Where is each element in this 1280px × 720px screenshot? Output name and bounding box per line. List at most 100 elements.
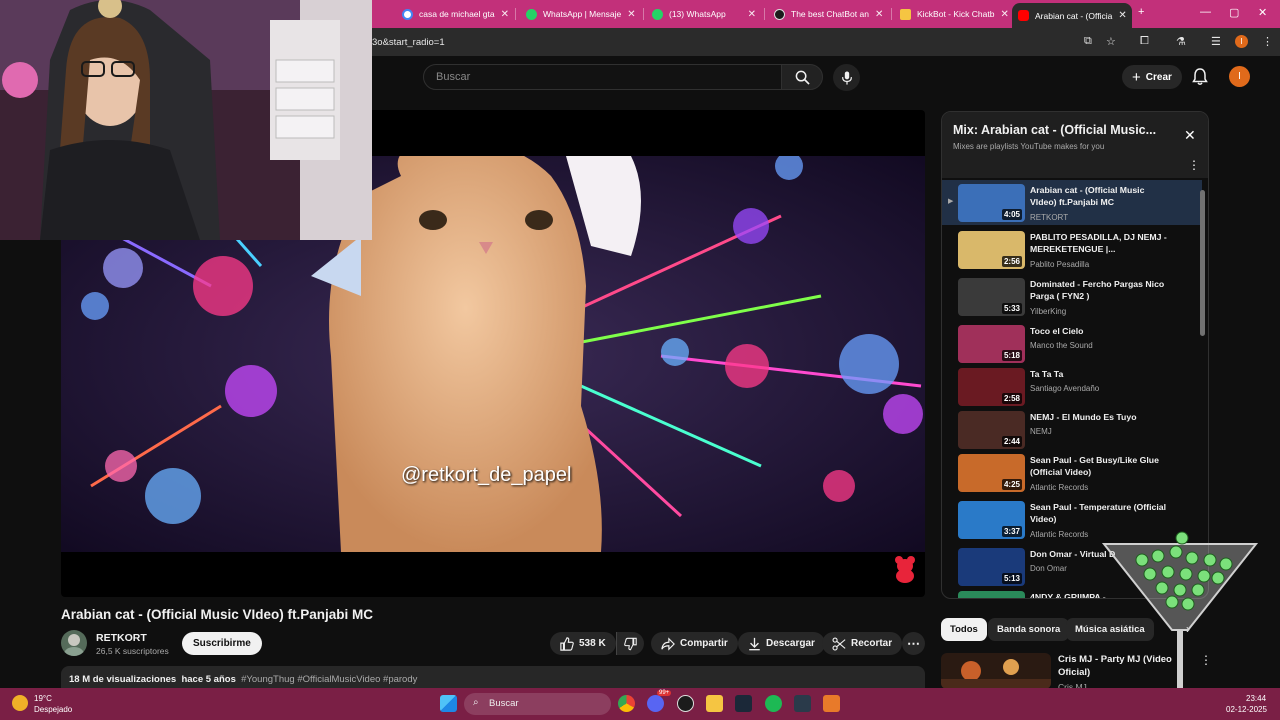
taskbar-search[interactable]: ⌕ Buscar xyxy=(464,693,611,715)
view-count: 18 M de visualizaciones xyxy=(69,674,177,685)
create-button[interactable]: + Crear xyxy=(1122,65,1182,89)
playlist-scrollbar[interactable] xyxy=(1200,190,1205,336)
clip-label: Recortar xyxy=(851,638,893,649)
browser-tab-active[interactable]: Arabian cat - (Officia ✕ xyxy=(1012,3,1132,28)
microphone-icon xyxy=(841,70,852,85)
spotify-icon[interactable] xyxy=(765,695,782,712)
browser-tab[interactable]: (13) WhatsApp ✕ xyxy=(646,3,762,25)
minimize-icon[interactable]: — xyxy=(1200,6,1211,18)
playlist-item-title: NEMJ - El Mundo Es Tuyo xyxy=(1030,412,1137,422)
more-actions-button[interactable]: ⋯ xyxy=(902,632,925,655)
star-icon[interactable]: ☆ xyxy=(1106,35,1116,48)
url-text[interactable]: 3o&start_radio=1 xyxy=(372,37,445,48)
maximize-icon[interactable]: ▢ xyxy=(1229,6,1239,19)
subscriber-count: 26,5 K suscriptores xyxy=(96,646,169,656)
tab-label: KickBot - Kick Chatb xyxy=(917,9,995,19)
discord-icon[interactable]: 99+ xyxy=(647,690,672,712)
windows-start-icon[interactable] xyxy=(440,695,457,712)
subscribe-button[interactable]: Suscribirme xyxy=(182,632,262,655)
playlist-item-title: Sean Paul - Get Busy/Like Glue (Official… xyxy=(1030,455,1159,477)
playlist-item-title: PABLITO PESADILLA, DJ NEMJ - MEREKETENGU… xyxy=(1030,232,1167,254)
close-icon[interactable]: ✕ xyxy=(1000,9,1008,20)
playlist-item[interactable]: 2:56 PABLITO PESADILLA, DJ NEMJ - MEREKE… xyxy=(942,227,1202,272)
search-icon xyxy=(795,70,810,85)
new-tab-button[interactable]: + xyxy=(1138,6,1144,18)
more-vertical-icon[interactable]: ⋮ xyxy=(1188,158,1200,172)
search-input[interactable]: Buscar xyxy=(423,64,782,90)
download-button[interactable]: Descargar xyxy=(738,632,825,655)
thumbs-up-icon xyxy=(560,636,574,651)
upload-age: hace 5 años xyxy=(181,674,236,685)
playlist-item-channel: NEMJ xyxy=(1030,427,1052,436)
search-button[interactable] xyxy=(781,64,823,90)
folder-icon[interactable] xyxy=(706,695,723,712)
playlist-item-title: Dominated - Fercho Pargas Nico Parga ( F… xyxy=(1030,279,1165,301)
playlist-thumbnail: 5:33 xyxy=(958,278,1025,316)
account-avatar[interactable]: I xyxy=(1229,66,1250,87)
playlist-thumbnail xyxy=(958,591,1025,598)
share-button[interactable]: Compartir xyxy=(651,632,738,655)
cast-icon[interactable]: ⧉ xyxy=(1084,35,1092,48)
close-icon[interactable]: ✕ xyxy=(627,9,635,20)
bot-icon xyxy=(774,8,785,20)
close-icon[interactable]: ✕ xyxy=(1118,10,1126,21)
chip-todos[interactable]: Todos xyxy=(941,618,987,641)
plus-icon: + xyxy=(1132,68,1141,86)
like-button[interactable]: 538 K xyxy=(550,632,616,655)
steam-icon[interactable] xyxy=(735,695,752,712)
chip-banda-sonora[interactable]: Banda sonora xyxy=(988,618,1070,641)
clock-date[interactable]: 02-12-2025 xyxy=(1226,705,1267,714)
hashtags[interactable]: #YoungThug #OfficialMusicVideo #parody xyxy=(241,674,417,685)
playlist-item[interactable]: 5:33 Dominated - Fercho Pargas Nico Parg… xyxy=(942,274,1202,319)
playlist-item-title: Sean Paul - Temperature (Official Video) xyxy=(1030,502,1166,524)
playlist-title[interactable]: Mix: Arabian cat - (Official Music... xyxy=(953,123,1156,137)
playlist-item[interactable]: 5:18 Toco el Cielo Manco the Sound xyxy=(942,321,1202,366)
voice-search-button[interactable] xyxy=(833,64,860,91)
window-close-icon[interactable]: ✕ xyxy=(1258,6,1267,19)
steam-alt-icon[interactable] xyxy=(794,695,811,712)
close-icon[interactable]: ✕ xyxy=(1184,127,1196,144)
playlist-item[interactable]: 2:44 NEMJ - El Mundo Es Tuyo NEMJ xyxy=(942,407,1202,452)
playlist-thumbnail: 3:37 xyxy=(958,501,1025,539)
tab-label: (13) WhatsApp xyxy=(669,9,726,19)
tab-label: casa de michael gta xyxy=(419,9,495,19)
playlist-item-channel: YilberKing xyxy=(1030,307,1067,316)
playlist-item-channel: Atlantic Records xyxy=(1030,530,1089,539)
recommendation-thumbnail[interactable] xyxy=(941,653,1051,689)
playlist-item[interactable]: 4:25 Sean Paul - Get Busy/Like Glue (Off… xyxy=(942,450,1202,495)
browser-avatar[interactable]: I xyxy=(1235,35,1248,48)
clock-time[interactable]: 23:44 xyxy=(1246,694,1266,703)
taskbar-search-label: Buscar xyxy=(489,698,519,709)
playlist-item[interactable]: ▶ 4:05 Arabian cat - (Official Music VId… xyxy=(942,180,1202,225)
flask-icon[interactable]: ⚗ xyxy=(1176,35,1186,48)
playlist-item-title: Ta Ta Ta xyxy=(1030,369,1064,379)
mix-playlist-panel: Mix: Arabian cat - (Official Music... Mi… xyxy=(941,111,1209,599)
notifications-button[interactable] xyxy=(1192,68,1208,91)
chrome-icon[interactable] xyxy=(618,695,635,712)
playlist-thumbnail: 2:58 xyxy=(958,368,1025,406)
webcam-image xyxy=(0,0,372,240)
browser-tab[interactable]: casa de michael gta ✕ xyxy=(396,3,512,25)
share-label: Compartir xyxy=(680,638,728,649)
channel-name[interactable]: RETKORT xyxy=(96,632,147,644)
close-icon[interactable]: ✕ xyxy=(875,9,883,20)
browser-tab[interactable]: WhatsApp | Mensaje ✕ xyxy=(520,3,640,25)
browser-tab[interactable]: The best ChatBot an ✕ xyxy=(768,3,888,25)
channel-avatar[interactable] xyxy=(61,630,87,656)
playlist-thumbnail: 4:25 xyxy=(958,454,1025,492)
youtube-icon xyxy=(1018,10,1029,21)
close-icon[interactable]: ✕ xyxy=(501,9,509,20)
playlist-header: Mix: Arabian cat - (Official Music... Mi… xyxy=(942,112,1208,178)
browser-menu-icon[interactable]: ⋮ xyxy=(1262,35,1273,48)
chatbot-app-icon[interactable] xyxy=(677,695,694,712)
playlist-thumbnail: 2:56 xyxy=(958,231,1025,269)
playlist-item[interactable]: 2:58 Ta Ta Ta Santiago Avendaño xyxy=(942,364,1202,409)
close-icon[interactable]: ✕ xyxy=(748,9,756,20)
browser-tab[interactable]: KickBot - Kick Chatb ✕ xyxy=(894,3,1010,25)
reading-list-icon[interactable]: ☰ xyxy=(1211,35,1221,48)
app-icon[interactable] xyxy=(823,695,840,712)
clip-button[interactable]: Recortar xyxy=(822,632,903,655)
extensions-icon[interactable]: ⧠ xyxy=(1140,35,1149,48)
playlist-item-channel: Atlantic Records xyxy=(1030,483,1089,492)
dislike-button[interactable] xyxy=(616,632,644,655)
